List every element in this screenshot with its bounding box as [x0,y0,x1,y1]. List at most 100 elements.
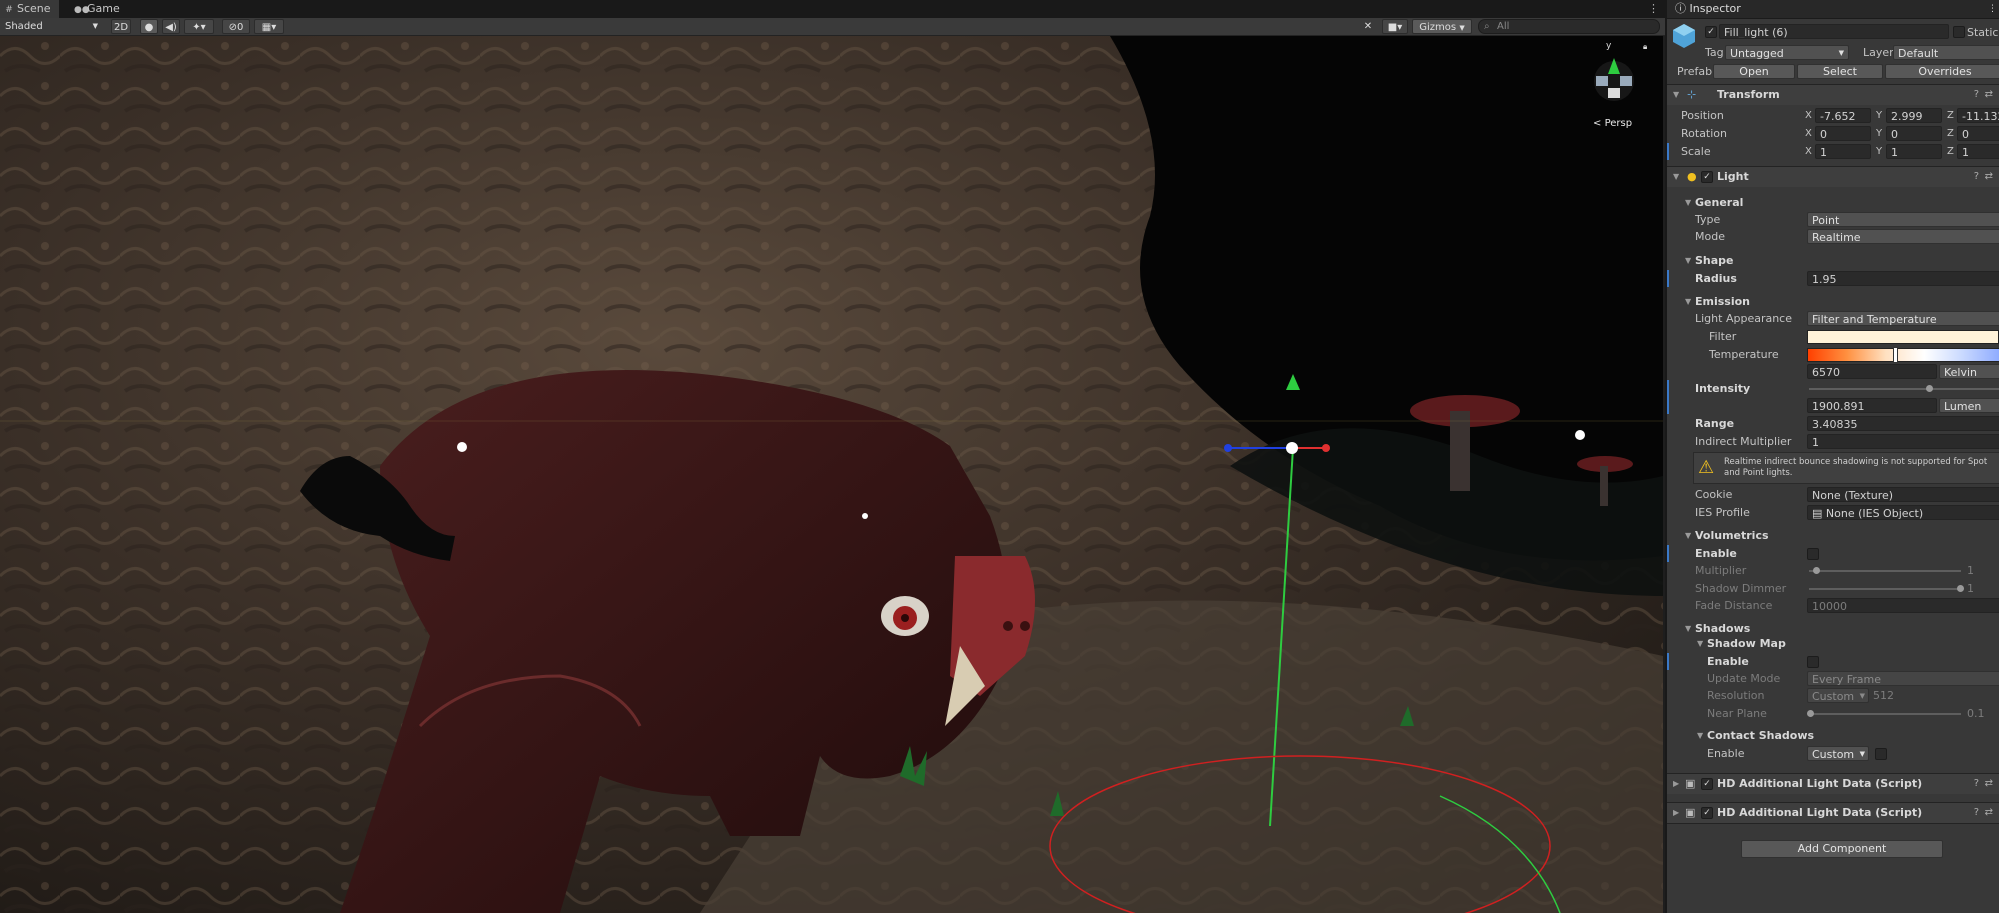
grid-dropdown[interactable]: ▦▾ [254,19,284,34]
lock-icon[interactable]: 🔒︎ [1643,42,1647,52]
rotation-z-field[interactable]: 0 [1957,126,1999,141]
dimmer-value[interactable]: 1 [1967,580,1974,597]
near-slider-handle[interactable] [1807,710,1814,717]
sm-enable-checkbox[interactable] [1807,656,1819,668]
shadowmap-section-header[interactable]: ▼ Shadow Map [1667,635,1999,652]
multiplier-slider-handle[interactable] [1813,567,1820,574]
settings-icon[interactable]: ⇄ [1985,774,1993,794]
filter-color-swatch[interactable] [1807,330,1999,344]
tag-dropdown[interactable]: Untagged ▼ [1725,45,1849,60]
add-component-button[interactable]: Add Component [1741,840,1943,858]
scale-z-field[interactable]: 1 [1957,144,1999,159]
multiplier-slider-track[interactable] [1809,570,1961,572]
prefab-select-button[interactable]: Select [1797,64,1883,79]
light-component-header[interactable]: ▼ ● ✓ Light ? ⇄ [1667,166,1999,187]
tools-button[interactable]: ✕ [1360,19,1376,34]
temperature-field[interactable]: 6570 [1807,364,1937,379]
resolution-dropdown[interactable]: Custom ▼ [1807,688,1869,703]
scale-x-field[interactable]: 1 [1815,144,1871,159]
position-y-field[interactable]: 2.999 [1886,108,1942,123]
settings-icon[interactable]: ⇄ [1985,85,1993,105]
chevron-down-icon: ▼ [1859,750,1865,758]
general-section-header[interactable]: ▼ General [1667,194,1999,211]
position-x-field[interactable]: -7.652 [1815,108,1871,123]
object-name-field[interactable]: Fill_light (6) [1719,24,1949,39]
more-menu-icon[interactable]: ⋮ [1648,2,1659,15]
contact-label: Contact Shadows [1707,729,1815,742]
near-value[interactable]: 0.1 [1967,705,1985,722]
x-axis-label: X [1805,146,1812,157]
inspector-header: ⓘ Inspector ⋮ [1667,0,1999,19]
help-icon[interactable]: ? [1974,85,1979,105]
override-indicator [1667,270,1669,287]
update-dropdown[interactable]: Every Frame [1807,671,1999,686]
temperature-gradient-slider[interactable] [1807,348,1999,362]
radius-field[interactable]: 1.95 [1807,271,1999,286]
static-checkbox[interactable] [1953,26,1965,38]
hd-light-data-header-2[interactable]: ▶ ▣ ✓ HD Additional Light Data (Script) … [1667,802,1999,823]
tab-scene[interactable]: # Scene [0,0,59,18]
help-icon[interactable]: ? [1974,167,1979,187]
audio-toggle-button[interactable]: ◀) [162,19,180,34]
resolution-value[interactable]: 512 [1873,687,1894,704]
gizmos-dropdown[interactable]: Gizmos ▼ [1412,19,1472,34]
contact-enable-checkbox[interactable] [1875,748,1887,760]
y-axis-label: Y [1876,128,1883,139]
fade-field[interactable]: 10000 [1807,598,1999,613]
appearance-dropdown[interactable]: Filter and Temperature [1807,311,1999,326]
contact-enable-dropdown[interactable]: Custom ▼ [1807,746,1869,761]
active-checkbox[interactable]: ✓ [1705,26,1717,38]
toggle-2d-button[interactable]: 2D [111,19,131,34]
file-icon: ▤ [1812,507,1826,520]
effects-dropdown[interactable]: ✦▾ [184,19,214,34]
intensity-field[interactable]: 1900.891 [1807,398,1937,413]
prefab-overrides-button[interactable]: Overrides [1885,64,1999,79]
ies-field[interactable]: ▤ None (IES Object) [1807,505,1999,520]
light-enabled-checkbox[interactable]: ✓ [1701,171,1713,183]
hd-data-2-enabled-checkbox[interactable]: ✓ [1701,807,1713,819]
range-field[interactable]: 3.40835 [1807,416,1999,431]
camera-dropdown[interactable]: ■▾ [1382,19,1408,34]
cookie-field[interactable]: None (Texture) [1807,487,1999,502]
scene-search-input[interactable]: ⌕ All [1478,19,1660,34]
lock-icon[interactable]: ⋮ [1988,0,1997,18]
position-z-field[interactable]: -11.132 [1957,108,1999,123]
ies-label: IES Profile [1695,506,1750,519]
scene-viewport[interactable]: y 🔒︎ < Persp [0,36,1663,913]
contact-section-header[interactable]: ▼ Contact Shadows [1667,727,1999,744]
intensity-unit-dropdown[interactable]: Lumen [1939,398,1999,413]
indirect-field[interactable]: 1 [1807,434,1999,449]
hidden-objects-button[interactable]: ⊘0 [222,19,250,34]
shape-section-header[interactable]: ▼ Shape [1667,252,1999,269]
tab-game[interactable]: ●●Game [70,0,128,18]
prefab-open-button[interactable]: Open [1713,64,1795,79]
scale-y-field[interactable]: 1 [1886,144,1942,159]
mode-dropdown[interactable]: Realtime [1807,229,1999,244]
settings-icon[interactable]: ⇄ [1985,803,1993,823]
dimmer-slider-handle[interactable] [1957,585,1964,592]
projection-toggle[interactable]: < Persp [1593,118,1632,129]
help-icon[interactable]: ? [1974,803,1979,823]
layer-dropdown[interactable]: Default [1893,45,1999,60]
shading-mode-dropdown[interactable]: Shaded ▼ [2,19,102,34]
intensity-slider-handle[interactable] [1926,385,1933,392]
type-dropdown[interactable]: Point [1807,212,1999,227]
transform-component-header[interactable]: ▼ ⊹ Transform ? ⇄ [1667,84,1999,105]
near-slider-track[interactable] [1809,713,1961,715]
hd-light-data-header-1[interactable]: ▶ ▣ ✓ HD Additional Light Data (Script) … [1667,773,1999,794]
dimmer-slider-track[interactable] [1809,588,1961,590]
vol-enable-checkbox[interactable] [1807,548,1819,560]
lighting-toggle-button[interactable]: ● [140,19,158,34]
emission-section-header[interactable]: ▼ Emission [1667,293,1999,310]
temperature-handle[interactable] [1893,347,1898,363]
hd-data-1-enabled-checkbox[interactable]: ✓ [1701,778,1713,790]
multiplier-value[interactable]: 1 [1967,562,1974,579]
override-indicator [1667,143,1669,160]
rotation-y-field[interactable]: 0 [1886,126,1942,141]
settings-icon[interactable]: ⇄ [1985,167,1993,187]
rotation-x-field[interactable]: 0 [1815,126,1871,141]
intensity-slider-track[interactable] [1809,388,1999,390]
volumetrics-section-header[interactable]: ▼ Volumetrics [1667,527,1999,544]
help-icon[interactable]: ? [1974,774,1979,794]
temperature-unit-dropdown[interactable]: Kelvin [1939,364,1999,379]
